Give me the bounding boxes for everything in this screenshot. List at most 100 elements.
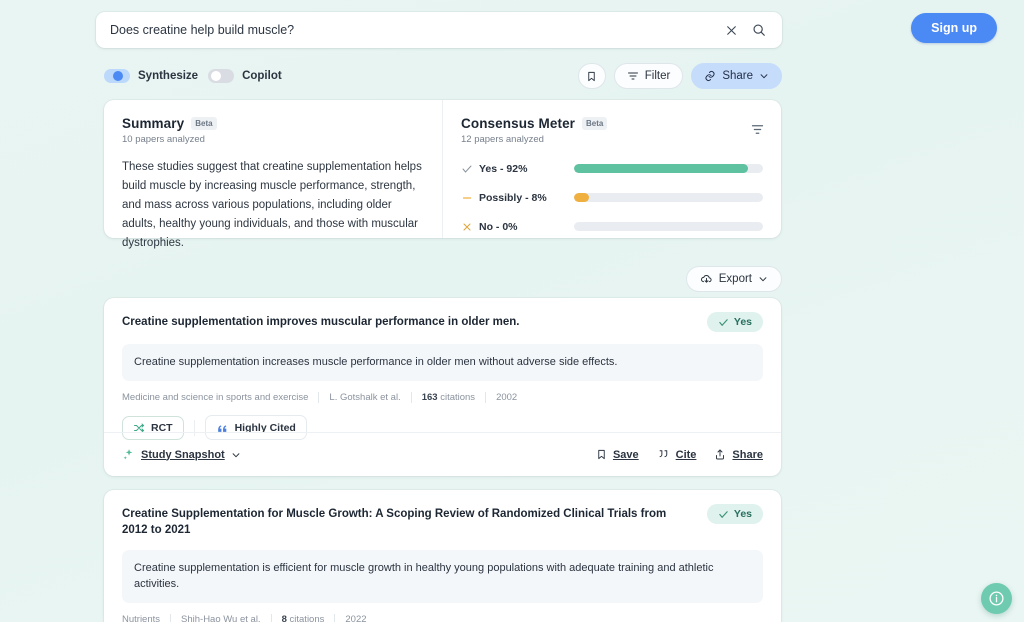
result-title[interactable]: Creatine supplementation improves muscul… [122,312,520,330]
minus-icon [461,192,479,204]
citations-label: citations [289,613,325,622]
verdict-label: Yes [733,316,752,328]
controls-row: Synthesize Copilot Filter Share [104,63,782,89]
consensus-possibly-label: Possibly - 8% [479,191,547,204]
result-authors: L. Gotshalk et al. [329,392,401,404]
summary-text: These studies suggest that creatine supp… [122,161,422,249]
result-claim: Creatine supplementation is efficient fo… [122,550,763,603]
bookmark-button[interactable] [577,63,606,89]
check-icon [718,317,729,328]
consensus-subtitle: 12 papers analyzed [461,134,544,145]
bookmark-icon [596,448,607,461]
synthesize-toggle-group[interactable]: Synthesize [104,69,208,83]
chevron-down-icon [758,274,768,284]
quote-icon [657,448,670,461]
consensus-beta-badge: Beta [582,117,608,130]
toggle-knob [113,71,123,81]
filter-label: Filter [644,70,671,82]
chevron-down-icon [231,450,241,460]
check-icon [461,163,479,175]
result-footer-actions: Save Cite Share [596,448,763,461]
summary-panel: Summary Beta 10 papers analyzed These st… [104,100,443,249]
meta-divider [410,392,412,404]
filter-icon [627,70,639,82]
share-upload-icon [714,448,726,461]
cloud-download-icon [700,273,713,286]
result-title[interactable]: Creatine Supplementation for Muscle Grow… [122,504,695,538]
citations-count: 163 [421,392,438,404]
filter-button[interactable]: Filter [613,63,684,89]
verdict-label: Yes [733,508,752,520]
share-label: Share [732,448,763,461]
consensus-title-row: Consensus Meter Beta [461,116,763,131]
info-icon [988,590,1005,607]
result-claim: Creatine supplementation increases muscl… [122,344,763,382]
study-snapshot-button[interactable]: Study Snapshot [122,448,241,461]
copilot-toggle-group[interactable]: Copilot [208,69,292,83]
result-meta: Nutrients Shih-Hao Wu et al. 8 citations… [122,613,763,622]
consensus-row: Yes - 92% [461,159,763,178]
synthesize-label: Synthesize [138,70,199,82]
copilot-label: Copilot [242,70,282,82]
result-card-body: Creatine supplementation improves muscul… [104,298,781,441]
consensus-possibly-bar [574,193,763,202]
export-row: Export [685,266,782,292]
meta-divider [485,392,487,404]
save-button[interactable]: Save [596,448,639,461]
citations-count: 8 [281,613,287,622]
share-button[interactable]: Share [691,63,782,89]
meta-divider [270,613,272,622]
verdict-badge: Yes [706,504,763,524]
synthesize-toggle[interactable] [104,69,130,83]
export-label: Export [718,273,752,285]
result-card[interactable]: Creatine supplementation improves muscul… [104,298,781,476]
citations-label: citations [440,392,476,404]
consensus-no-label: No - 0% [479,220,518,233]
result-journal: Nutrients [122,613,161,622]
consensus-row: No - 0% [461,217,763,236]
consensus-yes-label: Yes - 92% [479,162,528,175]
controls-right: Filter Share [577,63,782,89]
cite-button[interactable]: Cite [657,448,697,461]
result-year: 2002 [496,392,518,404]
top-bar: Sign up [0,0,1024,56]
study-snapshot-label: Study Snapshot [141,448,225,461]
help-button[interactable] [981,583,1012,614]
summary-subtitle: 10 papers analyzed [122,134,205,145]
consensus-yes-bar [574,164,763,173]
meta-divider [334,613,336,622]
share-label: Share [722,70,753,82]
result-card-body: Creatine Supplementation for Muscle Grow… [104,490,781,622]
verdict-badge: Yes [706,312,763,332]
result-header: Creatine supplementation improves muscul… [122,312,763,332]
save-label: Save [612,448,639,461]
cite-label: Cite [675,448,697,461]
result-meta: Medicine and science in sports and exerc… [122,392,763,404]
consensus-title: Consensus Meter [461,116,576,131]
summary-title-row: Summary Beta [122,116,424,131]
search-bar[interactable] [96,12,782,48]
search-icon[interactable] [748,19,770,41]
consensus-no-bar [574,222,763,231]
meta-divider [170,613,172,622]
check-icon [718,509,729,520]
search-input[interactable] [110,23,714,37]
signup-button[interactable]: Sign up [911,13,997,43]
toggle-knob [211,71,222,81]
share-button[interactable]: Share [714,448,763,461]
result-card[interactable]: Creatine Supplementation for Muscle Grow… [104,490,781,622]
summary-consensus-panel: Summary Beta 10 papers analyzed These st… [104,100,781,249]
result-citations: 163 citations [422,392,475,403]
bookmark-icon [586,70,597,83]
sparkle-icon [122,448,135,461]
result-citations: 8 citations [282,614,325,622]
copilot-toggle[interactable] [208,69,235,83]
meta-divider [318,392,320,404]
consensus-panel: Consensus Meter Beta 12 papers analyzed … [443,100,781,238]
clear-search-icon[interactable] [720,19,742,41]
result-authors: Shih-Hao Wu et al. [181,613,261,622]
consensus-filter-icon[interactable] [750,122,765,137]
export-button[interactable]: Export [685,266,782,292]
result-footer: Study Snapshot Save Cite Share [104,432,781,476]
consensus-row: Possibly - 8% [461,188,763,207]
